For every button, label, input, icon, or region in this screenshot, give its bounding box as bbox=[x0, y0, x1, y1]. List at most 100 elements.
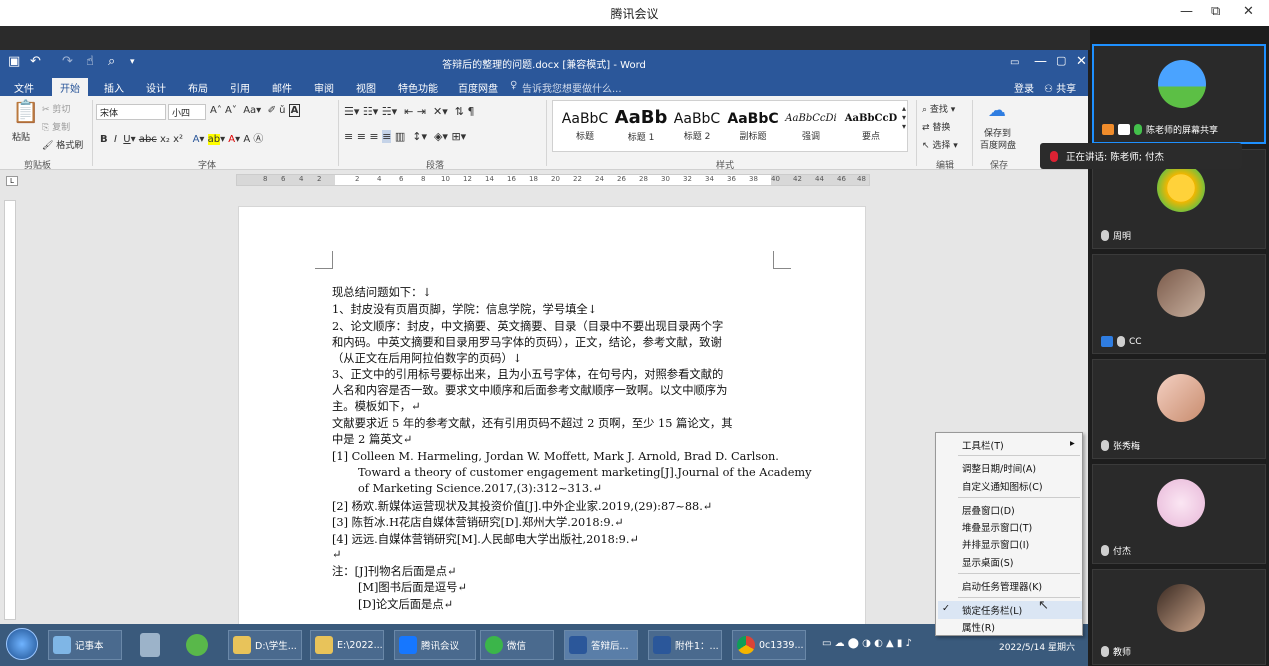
menu-item-show-desktop[interactable]: 显示桌面(S) bbox=[962, 555, 1013, 569]
ruler-number: 12 bbox=[463, 175, 472, 183]
tab-home[interactable]: 开始 bbox=[52, 78, 88, 96]
word-close-icon[interactable]: ✕ bbox=[1076, 54, 1087, 69]
participant-tile[interactable]: CC bbox=[1092, 254, 1266, 354]
taskbar-folder-d[interactable]: D:\学生... bbox=[228, 628, 302, 662]
taskbar-wechat[interactable]: 微信 bbox=[480, 628, 554, 662]
tab-insert[interactable]: 插入 bbox=[104, 80, 124, 95]
paste-button[interactable]: 粘贴 bbox=[12, 130, 30, 143]
participant-tile[interactable]: 张秀梅 bbox=[1092, 359, 1266, 459]
chrome-icon bbox=[737, 636, 755, 654]
taskbar-folder-e[interactable]: E:\2022... bbox=[310, 628, 384, 662]
ruler-number: 2 bbox=[317, 175, 322, 183]
font-format-buttons[interactable]: B I U▾ abc x₂ x² A▾ ab▾ A▾ A Ⓐ bbox=[100, 130, 263, 145]
cut-button[interactable]: ✂ 剪切 bbox=[42, 102, 70, 115]
ribbon-options-icon[interactable]: ▭ bbox=[1010, 57, 1019, 68]
doc-line: 3、正文中的引用标号要标出来，且为小五号字体，在句号内，对照参看文献的 bbox=[332, 368, 724, 381]
doc-line: 现总结问题如下：↓ bbox=[332, 286, 432, 299]
tab-selector[interactable]: L bbox=[6, 176, 18, 186]
tab-file[interactable]: 文件 bbox=[14, 80, 34, 95]
style-subtitle[interactable]: AaBbC 副标题 bbox=[725, 111, 781, 142]
tell-me-box[interactable]: 告诉我您想要做什么... bbox=[522, 80, 622, 95]
menu-item-cascade[interactable]: 层叠窗口(D) bbox=[962, 503, 1015, 517]
format-painter-button[interactable]: 🖌 格式刷 bbox=[42, 138, 83, 151]
save-to-label-2[interactable]: 百度网盘 bbox=[980, 138, 1016, 151]
start-button[interactable] bbox=[6, 628, 38, 660]
clipboard-group-label: 剪贴板 bbox=[24, 161, 52, 171]
horizontal-ruler[interactable]: 8 6 4 2 2 4 6 8 10 12 14 16 18 20 22 24 … bbox=[236, 174, 870, 186]
ruler-number: 2 bbox=[355, 175, 360, 183]
doc-line: 人名和内容是否一致。要求文中顺序和后面参考文献顺序一致啊。以文中顺序为 bbox=[332, 384, 728, 397]
brush-icon: 🖌 bbox=[42, 141, 57, 151]
folder-icon bbox=[233, 636, 251, 654]
taskbar-tencent-meeting[interactable]: 腾讯会议 bbox=[394, 628, 476, 662]
vertical-ruler[interactable] bbox=[4, 200, 16, 620]
login-link[interactable]: 登录 bbox=[1014, 80, 1034, 95]
word-minimize-icon[interactable]: — bbox=[1034, 54, 1047, 69]
taskbar-word-doc-2[interactable]: 附件1：... bbox=[648, 628, 722, 662]
menu-item-task-manager[interactable]: 启动任务管理器(K) bbox=[962, 579, 1042, 593]
separator bbox=[546, 100, 547, 166]
word-maximize-icon[interactable]: ▢ bbox=[1056, 54, 1066, 67]
menu-item-adjust-datetime[interactable]: 调整日期/时间(A) bbox=[962, 461, 1036, 475]
style-strong[interactable]: AaBbCcD 要点 bbox=[841, 113, 901, 142]
taskbar-calculator[interactable] bbox=[140, 628, 160, 662]
taskbar-browser-360[interactable] bbox=[186, 628, 208, 662]
participant-tile[interactable]: 陈老师的屏幕共享 bbox=[1092, 44, 1266, 144]
alignment-buttons[interactable]: ≡ ≡ ≡ ≡ ▥ ↕▾ ◈▾ ⊞▾ bbox=[344, 130, 466, 143]
ruler-number: 32 bbox=[683, 175, 692, 183]
font-name-box[interactable]: 宋体 bbox=[96, 104, 166, 120]
baidu-cloud-icon[interactable]: ☁ bbox=[988, 100, 1006, 121]
tencent-meeting-icon bbox=[399, 636, 417, 654]
tab-layout[interactable]: 布局 bbox=[188, 80, 208, 95]
notepad-icon bbox=[53, 636, 71, 654]
copy-button[interactable]: ⎘ 复制 bbox=[42, 120, 70, 133]
style-heading-2[interactable]: AaBbC 标题 2 bbox=[669, 111, 725, 142]
select-button[interactable]: ↖ 选择 ▾ bbox=[922, 138, 958, 151]
taskbar-notepad[interactable]: 记事本 bbox=[48, 628, 122, 662]
font-size-controls[interactable]: A˄ A˅ Aa▾ ✐ ǔ A bbox=[210, 104, 301, 117]
user-icon bbox=[1101, 336, 1113, 347]
taskbar-word-doc-1[interactable]: 答辩后... bbox=[564, 628, 638, 662]
tab-review[interactable]: 审阅 bbox=[314, 80, 334, 95]
separator bbox=[916, 100, 917, 166]
minimize-button[interactable]: — bbox=[1180, 4, 1193, 19]
replace-button[interactable]: ⇄ 替换 bbox=[922, 120, 950, 133]
taskbar-clock[interactable]: 2022/5/14 星期六 bbox=[988, 640, 1086, 653]
menu-item-toolbars[interactable]: 工具栏(T) bbox=[962, 438, 1004, 452]
menu-item-side-by-side[interactable]: 并排显示窗口(I) bbox=[962, 537, 1029, 551]
participant-tile[interactable]: 付杰 bbox=[1092, 464, 1266, 564]
menu-item-notification-icons[interactable]: 自定义通知图标(C) bbox=[962, 479, 1043, 493]
participant-label: CC bbox=[1101, 336, 1142, 347]
ruler-number: 22 bbox=[573, 175, 582, 183]
lightbulb-icon: ♀ bbox=[510, 80, 518, 91]
tab-view[interactable]: 视图 bbox=[356, 80, 376, 95]
tab-baidu-netdisk[interactable]: 百度网盘 bbox=[458, 80, 498, 95]
style-title[interactable]: AaBbC 标题 bbox=[557, 111, 613, 142]
style-emphasis[interactable]: AaBbCcDi 强调 bbox=[781, 113, 841, 142]
paste-icon[interactable]: 📋 bbox=[12, 100, 39, 125]
menu-item-lock-taskbar[interactable]: 锁定任务栏(L) bbox=[962, 603, 1022, 617]
avatar bbox=[1157, 584, 1205, 632]
list-buttons[interactable]: ☰▾ ☷▾ ☵▾ ⇤ ⇥ ✕▾ ⇅ ¶ bbox=[344, 105, 475, 118]
meeting-title-bar: 腾讯会议 — ⧉ ✕ bbox=[0, 0, 1269, 26]
tray-icons[interactable]: ▭ ☁ ⬤ ◑ ◐ ▲ ▮ ♪ bbox=[822, 638, 912, 649]
styles-scroll[interactable]: ▴ ▾ ▾ bbox=[902, 104, 906, 131]
ribbon-home: 📋 粘贴 ✂ 剪切 ⎘ 复制 🖌 格式刷 剪贴板 宋体 小四 A˄ A˅ Aa▾… bbox=[0, 96, 1088, 171]
submenu-arrow-icon: ▸ bbox=[1070, 438, 1075, 449]
share-button[interactable]: ⚇ 共享 bbox=[1044, 80, 1076, 95]
tab-mailings[interactable]: 邮件 bbox=[272, 80, 292, 95]
maximize-button[interactable]: ⧉ bbox=[1211, 4, 1220, 19]
style-heading-1[interactable]: AaBb 标题 1 bbox=[613, 107, 669, 143]
ruler-number: 14 bbox=[485, 175, 494, 183]
tab-special-features[interactable]: 特色功能 bbox=[398, 80, 438, 95]
tab-references[interactable]: 引用 bbox=[230, 80, 250, 95]
close-button[interactable]: ✕ bbox=[1243, 4, 1254, 19]
taskbar-chrome[interactable]: 0c1339... bbox=[732, 628, 806, 662]
font-size-box[interactable]: 小四 bbox=[168, 104, 206, 120]
find-button[interactable]: ⌕ 查找 ▾ bbox=[922, 102, 955, 115]
participant-tile[interactable]: 教师 bbox=[1092, 569, 1266, 665]
menu-item-stack[interactable]: 堆叠显示窗口(T) bbox=[962, 520, 1032, 534]
doc-line: 1、封皮没有页眉页脚，学院：信息学院，学号填全↓ bbox=[332, 303, 598, 316]
menu-item-properties[interactable]: 属性(R) bbox=[962, 620, 995, 634]
tab-design[interactable]: 设计 bbox=[146, 80, 166, 95]
